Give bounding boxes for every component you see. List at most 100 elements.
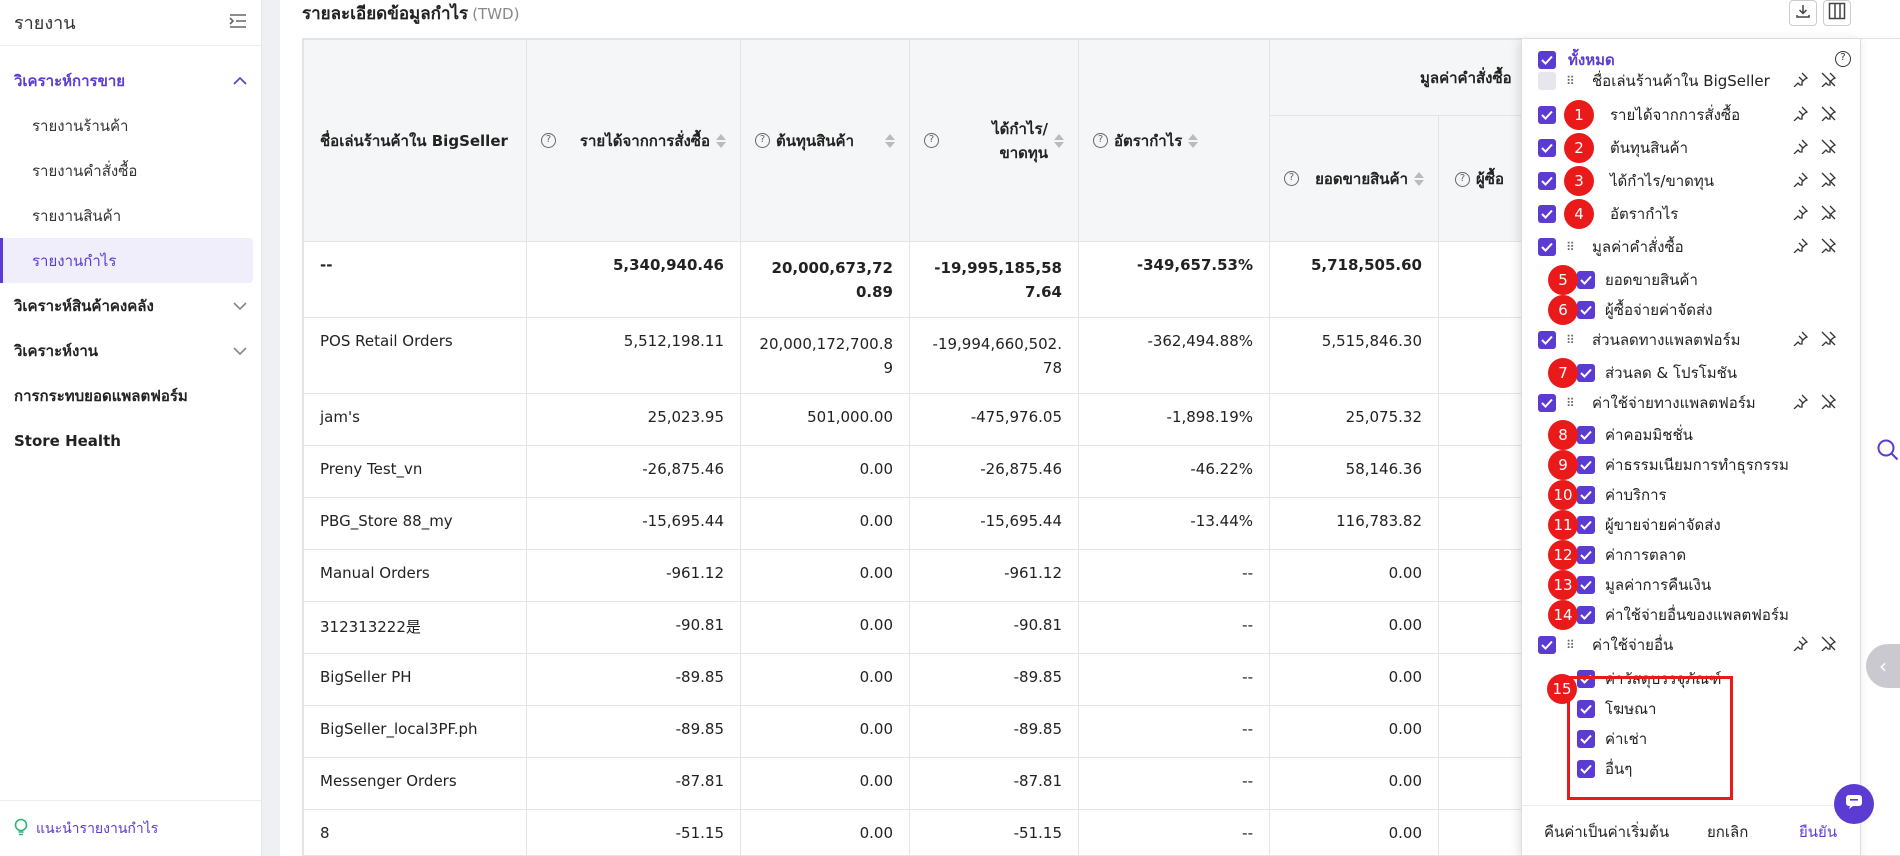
header-label: มูลค่าคำสั่งซื้อ [1420,68,1512,87]
column-option-row[interactable]: ⠿ ค่าใช้จ่ายทางแพลตฟอร์ม [1522,388,1862,418]
sidebar-item-store-report[interactable]: รายงานร้านค้า [0,103,261,148]
unpin-icon[interactable] [1821,636,1837,655]
column-option-label: ต้นทุนสินค้า [1610,139,1689,157]
help-icon[interactable]: ? [1093,133,1108,148]
sidebar-item-order-report[interactable]: รายงานคำสั่งซื้อ [0,148,261,193]
unpin-icon[interactable] [1821,72,1837,91]
column-checkbox[interactable] [1538,238,1556,256]
column-header-revenue[interactable]: ? รายได้จากการสั่งซื้อ [526,39,741,242]
sort-icon[interactable] [885,133,895,148]
drag-handle-icon[interactable]: ⠿ [1566,639,1584,651]
cell-store-name: 8 [303,809,527,855]
column-checkbox[interactable] [1577,271,1595,289]
pin-icon[interactable] [1793,106,1809,125]
collapse-menu-icon[interactable] [229,13,247,33]
column-checkbox[interactable] [1577,606,1595,624]
step-badge: 13 [1548,570,1578,600]
help-icon[interactable]: ? [1455,171,1470,187]
column-option-row[interactable]: ⠿ ส่วนลดทางแพลตฟอร์ม [1522,325,1862,355]
column-header-profit[interactable]: ? ได้กำไร/ขาดทุน [909,39,1079,242]
unpin-icon[interactable] [1821,331,1837,350]
column-checkbox[interactable] [1538,394,1556,412]
cell-cost: 20,000,172,700.89 [740,317,910,394]
help-icon[interactable]: ? [755,133,770,148]
column-header-margin[interactable]: ? อัตรากำไร [1078,39,1270,242]
column-settings-button[interactable] [1823,0,1851,26]
step-badge: 3 [1564,166,1594,196]
cell-store-name: -- [303,241,527,318]
cell-cost: 0.00 [740,809,910,855]
sort-icon[interactable] [716,133,726,148]
column-checkbox[interactable] [1538,172,1556,190]
unpin-icon[interactable] [1821,172,1837,191]
download-button[interactable] [1789,0,1817,26]
pin-icon[interactable] [1793,205,1809,224]
sidebar-group-inventory-analysis[interactable]: วิเคราะห์สินค้าคงคลัง [0,283,261,328]
header-label: ต้นทุนสินค้า [776,131,855,150]
cell-profit: -51.15 [909,809,1079,855]
help-icon[interactable]: ? [1835,49,1857,67]
page-title: รายละเอียดข้อมูลกำไร (TWD) [302,0,519,24]
unpin-icon[interactable] [1821,139,1837,158]
search-icon[interactable] [1876,438,1900,466]
pin-icon[interactable] [1793,72,1809,91]
reset-default-button[interactable]: คืนค่าเป็นค่าเริ่มต้น [1544,820,1669,844]
sort-icon[interactable] [1054,133,1064,148]
column-checkbox[interactable] [1577,426,1595,444]
column-checkbox[interactable] [1577,546,1595,564]
column-checkbox[interactable] [1577,486,1595,504]
column-checkbox[interactable] [1538,205,1556,223]
sidebar-item-product-report[interactable]: รายงานสินค้า [0,193,261,238]
drag-handle-icon[interactable]: ⠿ [1566,75,1584,87]
sidebar-group-platform-reconciliation[interactable]: การกระทบยอดแพลตฟอร์ม [0,373,261,418]
sidebar-group-work-analysis[interactable]: วิเคราะห์งาน [0,328,261,373]
unpin-icon[interactable] [1821,106,1837,125]
column-checkbox[interactable] [1577,301,1595,319]
column-header-sales[interactable]: ? ยอดขายสินค้า [1269,115,1439,242]
column-checkbox[interactable] [1577,456,1595,474]
unpin-icon[interactable] [1821,394,1837,413]
column-header-cost[interactable]: ? ต้นทุนสินค้า [740,39,910,242]
sidebar-item-profit-report[interactable]: รายงานกำไร [0,238,253,283]
pin-icon[interactable] [1793,331,1809,350]
column-option-row[interactable]: ⠿ มูลค่าคำสั่งซื้อ [1522,232,1862,262]
sidebar-group-store-health[interactable]: Store Health [0,418,261,463]
column-checkbox[interactable] [1577,516,1595,534]
help-icon[interactable]: ? [541,133,556,148]
column-option-row[interactable]: ⠿ ค่าใช้จ่ายอื่น [1522,630,1862,660]
cell-cost: 0.00 [740,497,910,550]
column-checkbox[interactable] [1538,106,1556,124]
cell-sales: 116,783.82 [1269,497,1439,550]
column-checkbox[interactable] [1577,364,1595,382]
column-checkbox[interactable] [1538,139,1556,157]
column-checkbox[interactable] [1538,636,1556,654]
confirm-button[interactable]: ยืนยัน [1799,820,1837,844]
column-checkbox[interactable] [1538,331,1556,349]
cell-revenue: -26,875.46 [526,445,741,498]
pin-icon[interactable] [1793,394,1809,413]
column-checkbox[interactable] [1577,576,1595,594]
pin-icon[interactable] [1793,172,1809,191]
pin-icon[interactable] [1793,238,1809,257]
header-label: ผู้ซื้อ [1476,169,1504,188]
profit-report-guide-link[interactable]: แนะนำรายงานกำไร [0,800,262,856]
sort-icon[interactable] [1188,133,1199,148]
column-option-row[interactable]: ⠿ ชื่อเล่นร้านค้าใน BigSeller [1522,66,1862,96]
header-label: รายได้จากการสั่งซื้อ [579,131,710,150]
drag-handle-icon[interactable]: ⠿ [1566,397,1584,409]
help-icon[interactable]: ? [924,133,939,148]
sort-icon[interactable] [1414,171,1424,186]
chat-button[interactable] [1834,784,1874,824]
column-option-label: ชื่อเล่นร้านค้าใน BigSeller [1592,72,1770,90]
cell-margin: -- [1078,705,1270,758]
help-icon[interactable]: ? [1284,171,1299,186]
column-header-store[interactable]: ชื่อเล่นร้านค้าใน BigSeller [303,39,527,242]
unpin-icon[interactable] [1821,238,1837,257]
drag-handle-icon[interactable]: ⠿ [1566,334,1584,346]
sidebar-group-sales-analysis[interactable]: วิเคราะห์การขาย [0,58,261,103]
pin-icon[interactable] [1793,636,1809,655]
cancel-button[interactable]: ยกเลิก [1707,820,1748,844]
drag-handle-icon[interactable]: ⠿ [1566,241,1584,253]
pin-icon[interactable] [1793,139,1809,158]
unpin-icon[interactable] [1821,205,1837,224]
